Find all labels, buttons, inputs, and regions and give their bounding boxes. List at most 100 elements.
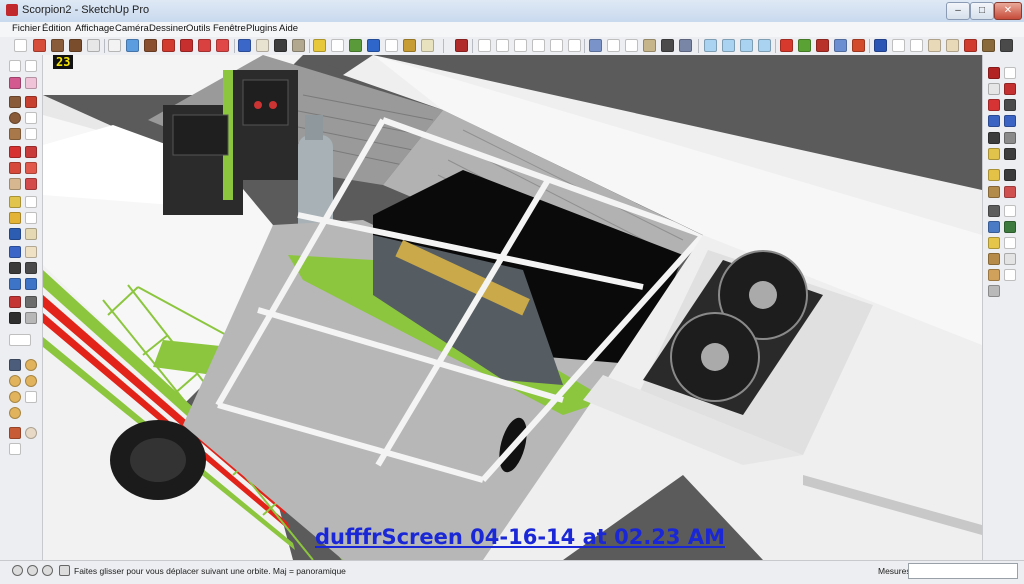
- menu-aide[interactable]: Aide: [279, 23, 298, 34]
- tape-measure-icon[interactable]: [313, 39, 326, 52]
- right-view-icon[interactable]: [550, 39, 563, 52]
- align-icon[interactable]: [1004, 253, 1016, 265]
- menu-fichier[interactable]: Fichier: [12, 23, 41, 34]
- menu-dessiner[interactable]: Dessiner: [149, 23, 187, 34]
- materials-icon[interactable]: [982, 39, 995, 52]
- dimension-icon[interactable]: [331, 39, 344, 52]
- arc-tool-icon[interactable]: [988, 83, 1000, 95]
- zoom-icon[interactable]: [9, 262, 21, 274]
- layers-icon[interactable]: [928, 39, 941, 52]
- sandbox-icon[interactable]: [780, 39, 793, 52]
- door-tool-icon[interactable]: [988, 237, 1000, 249]
- position-camera-icon[interactable]: [9, 296, 21, 308]
- joint-push-pull-icon[interactable]: [988, 186, 1000, 198]
- section-plane-icon[interactable]: [25, 312, 37, 324]
- zoom-extents-icon[interactable]: [292, 39, 305, 52]
- arc-icon[interactable]: [25, 112, 37, 124]
- cleanup-icon[interactable]: [1004, 269, 1016, 281]
- axes-icon[interactable]: [9, 228, 21, 240]
- wall-icon[interactable]: [988, 221, 1000, 233]
- circle-icon[interactable]: [9, 112, 21, 124]
- window-tool-icon[interactable]: [1004, 221, 1016, 233]
- select-tool-icon[interactable]: [14, 39, 27, 52]
- orbit-icon[interactable]: [238, 39, 251, 52]
- front-camera-icon[interactable]: [740, 39, 753, 52]
- axes-icon[interactable]: [367, 39, 380, 52]
- pan-icon[interactable]: [25, 246, 37, 258]
- top-view-icon[interactable]: [722, 39, 735, 52]
- menu-camera[interactable]: Caméra: [115, 23, 149, 34]
- 3d-viewport[interactable]: 23 dufffrScreen 04-16-14 at 02.23 AM: [43, 55, 982, 560]
- settings-icon[interactable]: [988, 285, 1000, 297]
- add-detail-icon[interactable]: [874, 39, 887, 52]
- menu-affichage[interactable]: Affichage: [75, 23, 114, 34]
- front-view-icon[interactable]: [532, 39, 545, 52]
- home-view-icon[interactable]: [514, 39, 527, 52]
- text-icon[interactable]: [349, 39, 362, 52]
- back-view-icon[interactable]: [568, 39, 581, 52]
- bezier-icon[interactable]: [1004, 67, 1016, 79]
- scale-icon[interactable]: [198, 39, 211, 52]
- solid-trim-icon[interactable]: [1004, 148, 1016, 160]
- model-info-icon[interactable]: [455, 39, 468, 52]
- orbit-icon[interactable]: [9, 246, 21, 258]
- pencil-icon[interactable]: [33, 39, 46, 52]
- eraser-icon[interactable]: [9, 77, 21, 89]
- array-icon[interactable]: [988, 253, 1000, 265]
- zoom-window-icon[interactable]: [25, 262, 37, 274]
- protractor-icon[interactable]: [9, 212, 21, 224]
- sandbox-from-contours-icon[interactable]: [9, 334, 31, 346]
- extrude-edges-icon[interactable]: [1004, 115, 1016, 127]
- curve-tool-icon[interactable]: [988, 67, 1000, 79]
- freehand-icon[interactable]: [25, 128, 37, 140]
- minimize-button[interactable]: –: [946, 2, 970, 20]
- weld-icon[interactable]: [988, 269, 1000, 281]
- circle-icon[interactable]: [69, 39, 82, 52]
- menu-edition[interactable]: Édition: [42, 23, 71, 34]
- previous-view-icon[interactable]: [9, 278, 21, 290]
- rotate-icon[interactable]: [180, 39, 193, 52]
- help-icon[interactable]: [59, 565, 70, 576]
- paint-bucket-icon[interactable]: [144, 39, 157, 52]
- eraser-icon[interactable]: [108, 39, 121, 52]
- measures-input[interactable]: [908, 563, 1018, 579]
- menu-plugins[interactable]: Plugins: [246, 23, 277, 34]
- geo-location-icon[interactable]: [12, 565, 23, 576]
- protractor-icon[interactable]: [385, 39, 398, 52]
- warehouse-icon[interactable]: [478, 39, 491, 52]
- offset-icon[interactable]: [216, 39, 229, 52]
- menu-outils[interactable]: Outils: [186, 23, 210, 34]
- shell-icon[interactable]: [1004, 169, 1016, 181]
- look-around-icon[interactable]: [25, 296, 37, 308]
- paint-icon[interactable]: [25, 77, 37, 89]
- walk-icon[interactable]: [9, 312, 21, 324]
- iso-view-icon[interactable]: [704, 39, 717, 52]
- mirror-icon[interactable]: [1004, 237, 1016, 249]
- select-arrow-icon[interactable]: [9, 60, 21, 72]
- tape-measure-icon[interactable]: [9, 196, 21, 208]
- make-component-icon[interactable]: [25, 60, 37, 72]
- sun-icon[interactable]: [25, 359, 37, 371]
- flip-edge-icon[interactable]: [892, 39, 905, 52]
- hidden-line-icon[interactable]: [625, 39, 638, 52]
- stair-icon[interactable]: [1004, 205, 1016, 217]
- push-pull-icon[interactable]: [25, 146, 37, 158]
- styles-icon[interactable]: [946, 39, 959, 52]
- tool-settings-icon[interactable]: [9, 443, 21, 455]
- render-icon[interactable]: [9, 407, 21, 419]
- rotate-icon[interactable]: [9, 162, 21, 174]
- shadows-icon[interactable]: [9, 359, 21, 371]
- hand-icon[interactable]: [25, 391, 37, 403]
- drape-icon[interactable]: [834, 39, 847, 52]
- crosshair-icon[interactable]: [25, 427, 37, 439]
- dimension-icon[interactable]: [25, 196, 37, 208]
- shaded-icon[interactable]: [643, 39, 656, 52]
- user-icon[interactable]: [42, 565, 53, 576]
- left-view-icon[interactable]: [758, 39, 771, 52]
- 3d-text-icon[interactable]: [421, 39, 434, 52]
- follow-path-icon[interactable]: [988, 169, 1000, 181]
- next-view-icon[interactable]: [25, 278, 37, 290]
- polygon-icon[interactable]: [9, 128, 21, 140]
- round-corner-icon[interactable]: [1004, 186, 1016, 198]
- push-pull-icon[interactable]: [126, 39, 139, 52]
